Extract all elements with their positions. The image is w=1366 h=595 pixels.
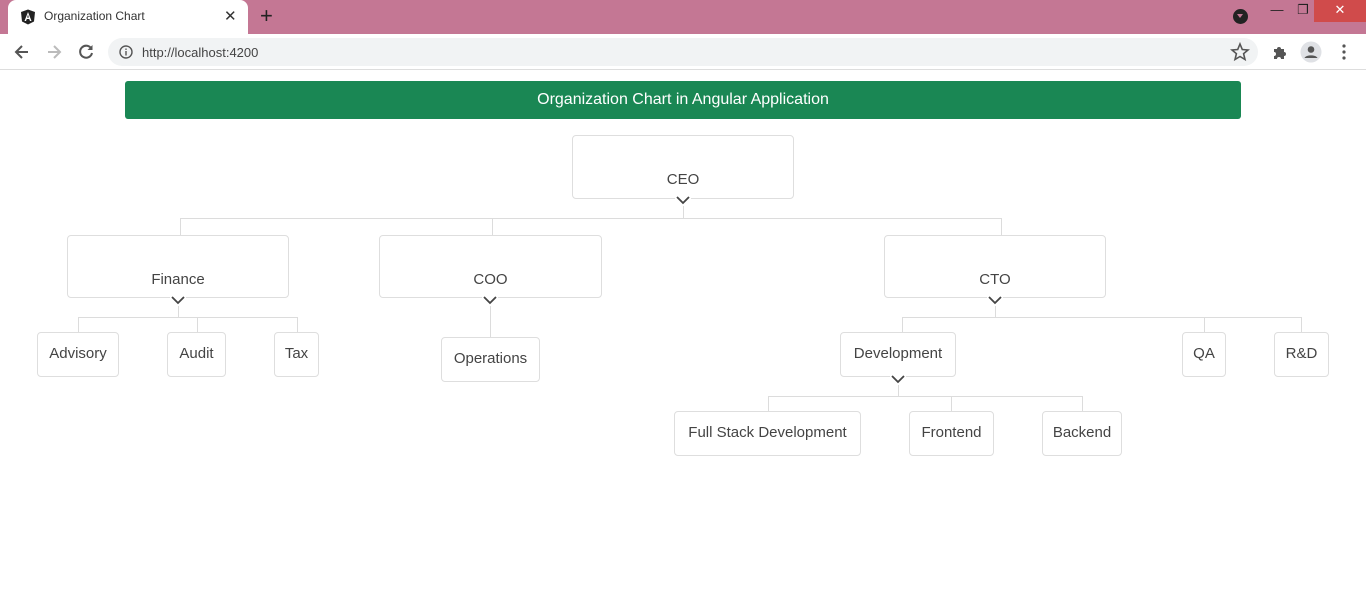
connector-line [768,396,1083,397]
close-icon[interactable]: ✕ [224,7,237,25]
connector-line [490,306,491,338]
org-node-audit[interactable]: Audit [167,332,226,377]
window-close-button[interactable]: ✕ [1314,0,1366,22]
node-label: QA [1193,345,1215,362]
node-label: Advisory [49,345,107,362]
kebab-menu-icon[interactable] [1333,41,1355,63]
node-label: Finance [151,271,205,288]
connector-line [180,218,181,236]
node-label: Development [853,345,943,362]
org-node-frontend[interactable]: Frontend [909,411,994,456]
connector-line [197,317,198,333]
arrow-left-icon[interactable] [11,41,33,63]
connector-line [898,385,899,396]
connector-line [492,218,493,236]
connector-line [1301,317,1302,333]
connector-line [902,317,903,333]
person-icon[interactable] [1300,41,1322,63]
node-label: Audit [179,345,214,362]
connector-line [1204,317,1205,333]
chevron-down-icon[interactable] [675,195,691,205]
org-node-tax[interactable]: Tax [274,332,319,377]
org-node-rnd[interactable]: R&D [1274,332,1329,377]
node-label: Operations [453,350,528,367]
node-label: CTO [979,271,1011,288]
reload-icon[interactable] [75,41,97,63]
org-node-backend[interactable]: Backend [1042,411,1122,456]
node-label: Frontend [921,424,982,441]
node-label: Full Stack Development [688,424,847,441]
org-node-cto[interactable]: CTO [884,235,1106,298]
chevron-down-icon[interactable] [890,374,906,384]
tab-title: Organization Chart [44,9,145,23]
connector-line [78,317,298,318]
org-node-coo[interactable]: COO [379,235,602,298]
address-bar[interactable]: http://localhost:4200 [108,38,1258,66]
plus-icon[interactable]: + [260,4,273,28]
puzzle-icon[interactable] [1269,41,1291,63]
org-node-development[interactable]: Development [840,332,956,377]
connector-line [1082,396,1083,412]
connector-line [902,317,1301,318]
org-node-ceo[interactable]: CEO [572,135,794,199]
node-label: Tax [284,345,309,362]
connector-line [768,396,769,412]
star-icon[interactable] [1229,41,1251,63]
connector-line [78,317,79,333]
org-node-full-stack-development[interactable]: Full Stack Development [674,411,861,456]
connector-line [180,218,1001,219]
browser-titlebar: Organization Chart ✕ + — ❐ ✕ [0,0,1366,34]
node-label: COO [473,271,508,288]
node-label: R&D [1285,345,1318,362]
connector-line [1001,218,1002,236]
connector-line [995,306,996,317]
browser-toolbar: http://localhost:4200 [0,34,1366,70]
connector-line [951,396,952,412]
org-node-advisory[interactable]: Advisory [37,332,119,377]
node-label: Backend [1052,424,1112,441]
chevron-down-icon[interactable] [987,295,1003,305]
chevron-down-icon[interactable] [170,295,186,305]
profile-dropdown-icon[interactable] [1233,9,1248,24]
node-label: CEO [666,171,700,188]
page-title-banner: Organization Chart in Angular Applicatio… [125,81,1241,119]
connector-line [683,206,684,218]
info-icon[interactable] [119,45,133,59]
org-node-operations[interactable]: Operations [441,337,540,382]
connector-line [178,306,179,317]
browser-tab[interactable]: Organization Chart ✕ [8,0,248,34]
url-text[interactable]: http://localhost:4200 [142,45,258,60]
chevron-down-icon[interactable] [482,295,498,305]
connector-line [297,317,298,333]
arrow-right-icon[interactable] [43,41,65,63]
org-node-qa[interactable]: QA [1182,332,1226,377]
org-node-finance[interactable]: Finance [67,235,289,298]
angular-icon [21,9,35,25]
